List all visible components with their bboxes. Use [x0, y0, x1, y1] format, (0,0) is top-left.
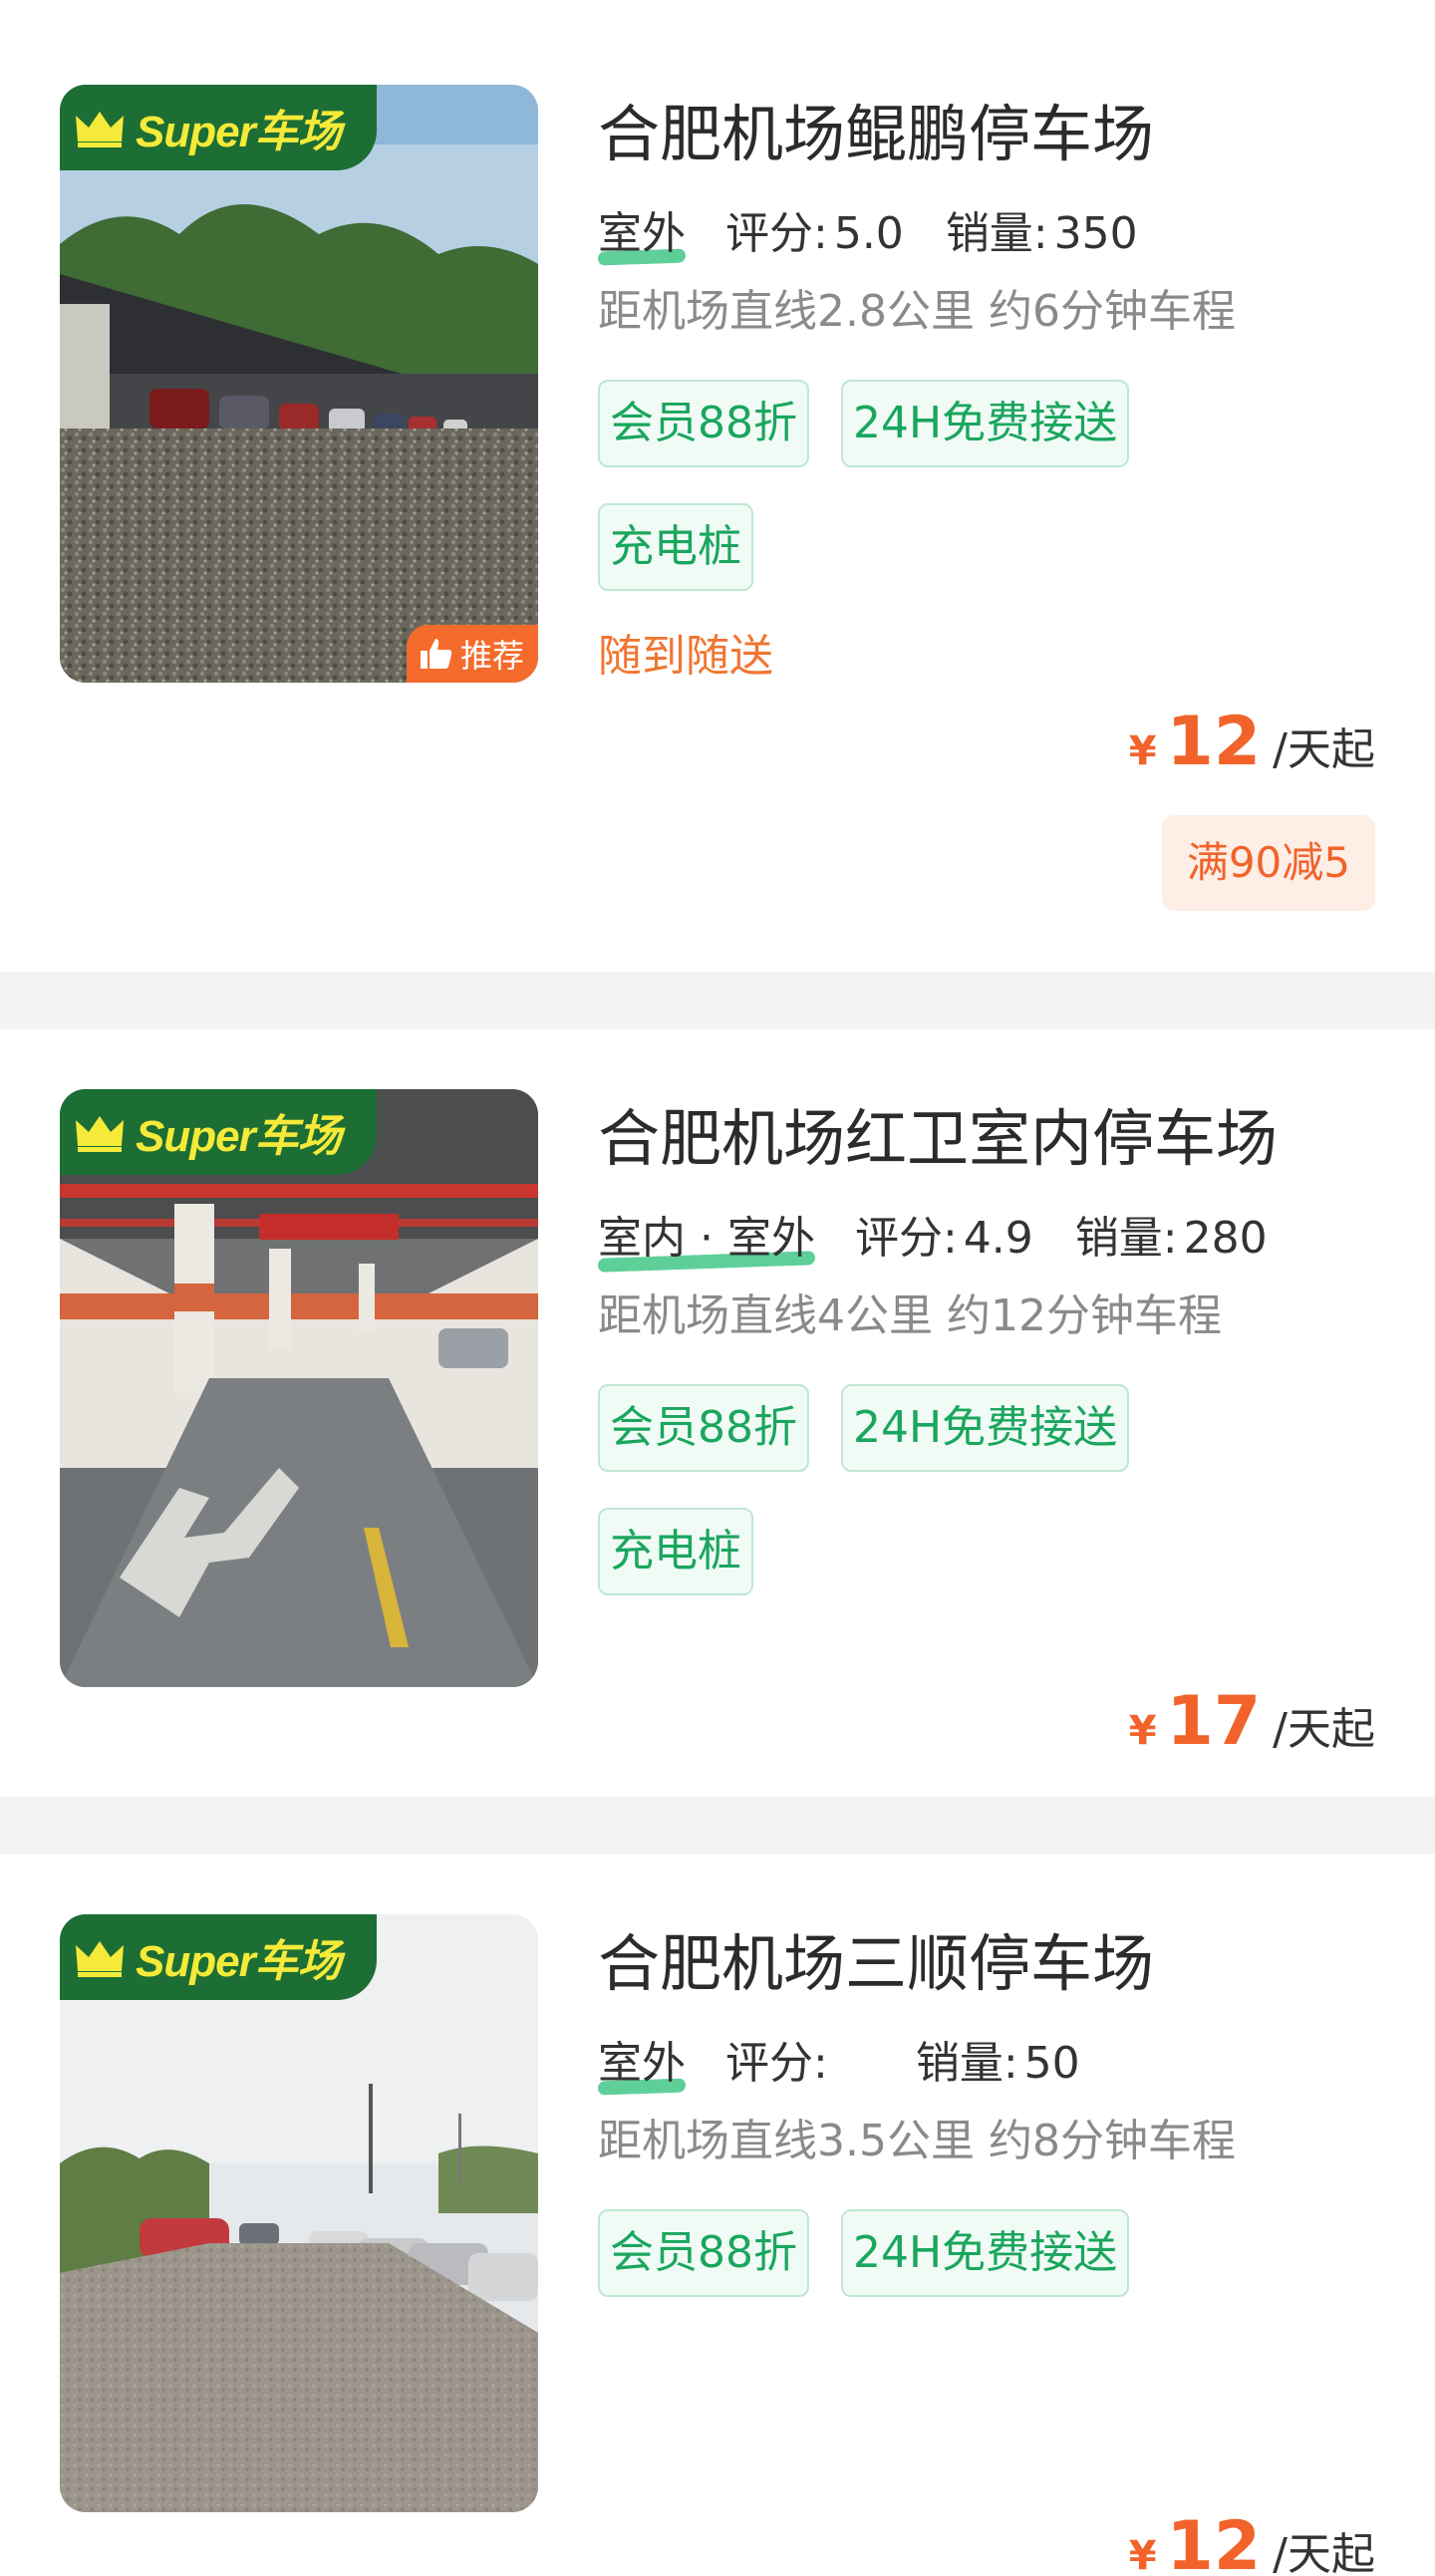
tag-charging: 充电桩 [598, 503, 753, 591]
super-lot-label: Super车场 [136, 1937, 342, 1986]
currency-symbol: ¥ [1128, 1708, 1157, 1754]
parking-name[interactable]: 合肥机场红卫室内停车场 [598, 1099, 1375, 1179]
parking-info: 合肥机场三顺停车场 室外 评分: 销量: 50 距机场直线3.5公里 约8分钟车… [598, 1924, 1375, 2333]
distance-text: 距机场直线4公里 约12分钟车程 [598, 1290, 1222, 1341]
distance-text: 距机场直线2.8公里 约6分钟车程 [598, 286, 1236, 337]
price: ¥ 12 /天起 [1129, 703, 1375, 781]
recommend-badge: 推荐 [406, 625, 538, 683]
distance-text: 距机场直线3.5公里 约8分钟车程 [598, 2116, 1236, 2166]
service-note: 随到随送 [598, 631, 773, 682]
feature-tags: 会员88折 24H免费接送 充电桩 [598, 380, 1216, 627]
price-amount: 17 [1166, 1682, 1262, 1761]
parking-photo[interactable]: Super车场 [60, 1914, 538, 2512]
parking-meta: 室内 · 室外 评分: 4.9 销量: 280 [598, 1209, 1375, 1273]
sales-label: 销量: [915, 2038, 1018, 2089]
super-lot-badge: Super车场 [60, 85, 377, 170]
sales-value: 50 [1023, 2038, 1080, 2089]
thumbs-up-icon [420, 639, 452, 669]
price-amount: 12 [1166, 703, 1262, 781]
crown-icon [76, 1116, 124, 1152]
tag-free-shuttle: 24H免费接送 [841, 1384, 1130, 1472]
parking-info: 合肥机场鲲鹏停车场 室外 评分: 5.0 销量: 350 距机场直线2.8公里 … [598, 95, 1375, 687]
sales-label: 销量: [1074, 1213, 1178, 1264]
rating-label: 评分: [725, 208, 828, 259]
sales-label: 销量: [945, 208, 1048, 259]
rating-value: 5.0 [833, 208, 904, 259]
rating-value [834, 2034, 874, 2094]
tag-member-discount: 会员88折 [598, 1384, 809, 1472]
price-unit: /天起 [1273, 2529, 1375, 2576]
tag-member-discount: 会员88折 [598, 2209, 809, 2297]
super-lot-label: Super车场 [136, 1112, 342, 1161]
parking-type: 室外 [598, 204, 686, 266]
parking-card[interactable]: Super车场 合肥机场红卫室内停车场 室内 · 室外 评分: 4.9 销量: … [0, 1029, 1435, 1797]
parking-card[interactable]: Super车场 推荐 合肥机场鲲鹏停车场 室外 评分: 5.0 销量: 350 … [0, 0, 1435, 972]
promo-coupon[interactable]: 满90减5 [1161, 815, 1375, 911]
price: ¥ 12 /天起 [1129, 2507, 1375, 2576]
sales-value: 350 [1053, 208, 1138, 259]
super-lot-label: Super车场 [136, 108, 342, 156]
crown-icon [76, 1941, 124, 1977]
super-lot-badge: Super车场 [60, 1914, 377, 2000]
recommend-label: 推荐 [459, 637, 524, 675]
currency-symbol: ¥ [1128, 728, 1157, 774]
tag-member-discount: 会员88折 [598, 380, 809, 467]
price: ¥ 17 /天起 [1129, 1682, 1375, 1761]
parking-meta: 室外 评分: 5.0 销量: 350 [598, 204, 1375, 266]
indoor-garage-image [60, 1089, 538, 1687]
card-divider [0, 972, 1435, 1029]
parking-type: 室内 · 室外 [598, 1209, 815, 1273]
parking-name[interactable]: 合肥机场三顺停车场 [598, 1924, 1375, 2004]
tag-free-shuttle: 24H免费接送 [841, 380, 1130, 467]
parking-type: 室外 [598, 2034, 686, 2096]
card-divider [0, 1797, 1435, 1855]
outdoor-lot-image [60, 85, 538, 683]
gravel-lot-image [60, 1914, 538, 2512]
currency-symbol: ¥ [1128, 2533, 1157, 2576]
parking-photo[interactable]: Super车场 推荐 [60, 85, 538, 683]
rating-label: 评分: [854, 1213, 958, 1264]
rating-value: 4.9 [963, 1213, 1033, 1264]
sales-value: 280 [1183, 1213, 1268, 1264]
parking-meta: 室外 评分: 销量: 50 [598, 2034, 1375, 2096]
price-unit: /天起 [1273, 1704, 1375, 1755]
feature-tags: 会员88折 24H免费接送 [598, 2209, 1216, 2333]
parking-name[interactable]: 合肥机场鲲鹏停车场 [598, 95, 1375, 174]
feature-tags: 会员88折 24H免费接送 充电桩 [598, 1384, 1216, 1631]
tag-charging: 充电桩 [598, 1508, 753, 1595]
crown-icon [76, 112, 124, 147]
tag-free-shuttle: 24H免费接送 [841, 2209, 1130, 2297]
price-amount: 12 [1166, 2507, 1262, 2576]
parking-list: Super车场 推荐 合肥机场鲲鹏停车场 室外 评分: 5.0 销量: 350 … [0, 0, 1435, 2576]
price-unit: /天起 [1273, 724, 1375, 775]
parking-photo[interactable]: Super车场 [60, 1089, 538, 1687]
parking-info: 合肥机场红卫室内停车场 室内 · 室外 评分: 4.9 销量: 280 距机场直… [598, 1099, 1375, 1631]
parking-card[interactable]: Super车场 合肥机场三顺停车场 室外 评分: 销量: 50 距机场直线3.5… [0, 1855, 1435, 2576]
super-lot-badge: Super车场 [60, 1089, 377, 1175]
rating-label: 评分: [725, 2038, 828, 2089]
